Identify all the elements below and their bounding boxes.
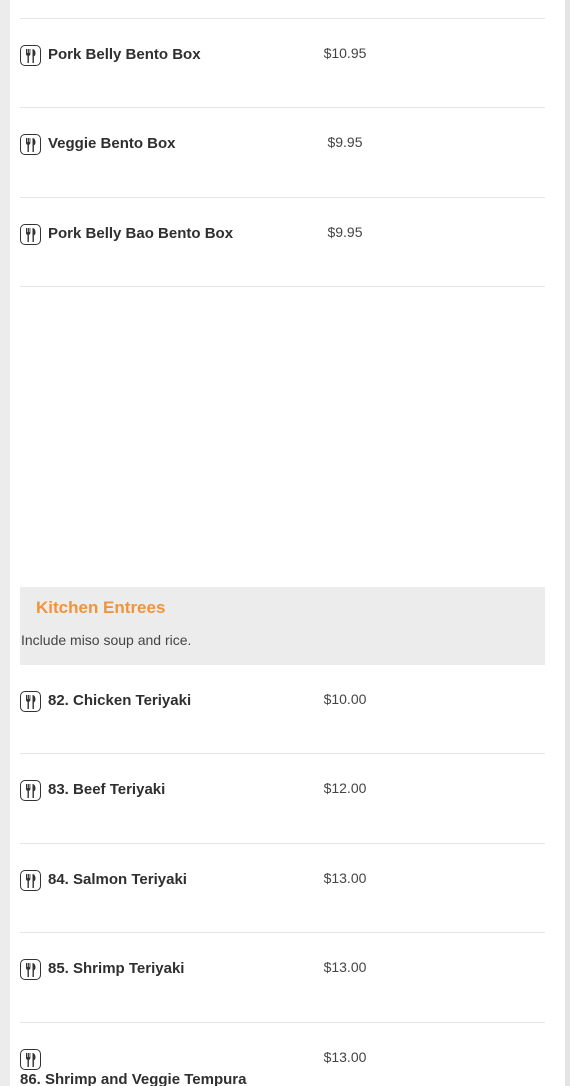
utensils-icon: [20, 691, 41, 712]
menu-item[interactable]: 85. Shrimp Teriyaki $13.00: [20, 959, 545, 999]
item-price: $13.00: [323, 959, 367, 975]
menu-item[interactable]: 86. Shrimp and Veggie Tempura $13.00: [20, 1049, 545, 1086]
menu-item[interactable]: Pork Belly Bento Box $10.95: [20, 45, 545, 85]
utensils-icon: [20, 224, 41, 245]
section-title: Kitchen Entrees: [36, 598, 166, 617]
utensils-icon: [20, 1049, 41, 1070]
divider: [20, 107, 545, 108]
menu-item[interactable]: 84. Salmon Teriyaki $13.00: [20, 870, 545, 910]
item-price: $10.95: [323, 45, 367, 61]
divider: [20, 197, 545, 198]
item-price: $12.00: [323, 780, 367, 796]
item-name: 82. Chicken Teriyaki: [48, 692, 192, 709]
item-name: Pork Belly Bento Box: [48, 46, 201, 63]
item-name: Veggie Bento Box: [48, 135, 176, 152]
menu-page: Pork Belly Bento Box $10.95 Veggie Bento…: [10, 0, 565, 1086]
section-description: Include miso soup and rice.: [21, 632, 192, 648]
item-price: $9.95: [327, 224, 363, 240]
item-price: $9.95: [327, 134, 363, 150]
utensils-icon: [20, 780, 41, 801]
item-price: $10.00: [323, 691, 367, 707]
divider: [20, 843, 545, 844]
menu-item[interactable]: Pork Belly Bao Bento Box $9.95: [20, 224, 545, 264]
item-price: $13.00: [323, 870, 367, 886]
utensils-icon: [20, 45, 41, 66]
item-name: 86. Shrimp and Veggie Tempura: [20, 1071, 247, 1086]
utensils-icon: [20, 870, 41, 891]
menu-item[interactable]: 83. Beef Teriyaki $12.00: [20, 780, 545, 820]
divider: [20, 753, 545, 754]
item-name: 84. Salmon Teriyaki: [48, 871, 187, 888]
item-name: Pork Belly Bao Bento Box: [48, 225, 234, 242]
item-price: $13.00: [323, 1049, 367, 1065]
divider: [20, 1022, 545, 1023]
divider: [20, 932, 545, 933]
item-name: 85. Shrimp Teriyaki: [48, 960, 185, 977]
utensils-icon: [20, 134, 41, 155]
menu-item[interactable]: 82. Chicken Teriyaki $10.00: [20, 691, 545, 731]
divider: [20, 18, 545, 19]
section-header: Kitchen Entrees Include miso soup and ri…: [20, 587, 545, 665]
scrollbar-track[interactable]: [565, 0, 570, 1086]
utensils-icon: [20, 959, 41, 980]
divider: [20, 286, 545, 287]
menu-item[interactable]: Veggie Bento Box $9.95: [20, 134, 545, 174]
item-name: 83. Beef Teriyaki: [48, 781, 166, 798]
